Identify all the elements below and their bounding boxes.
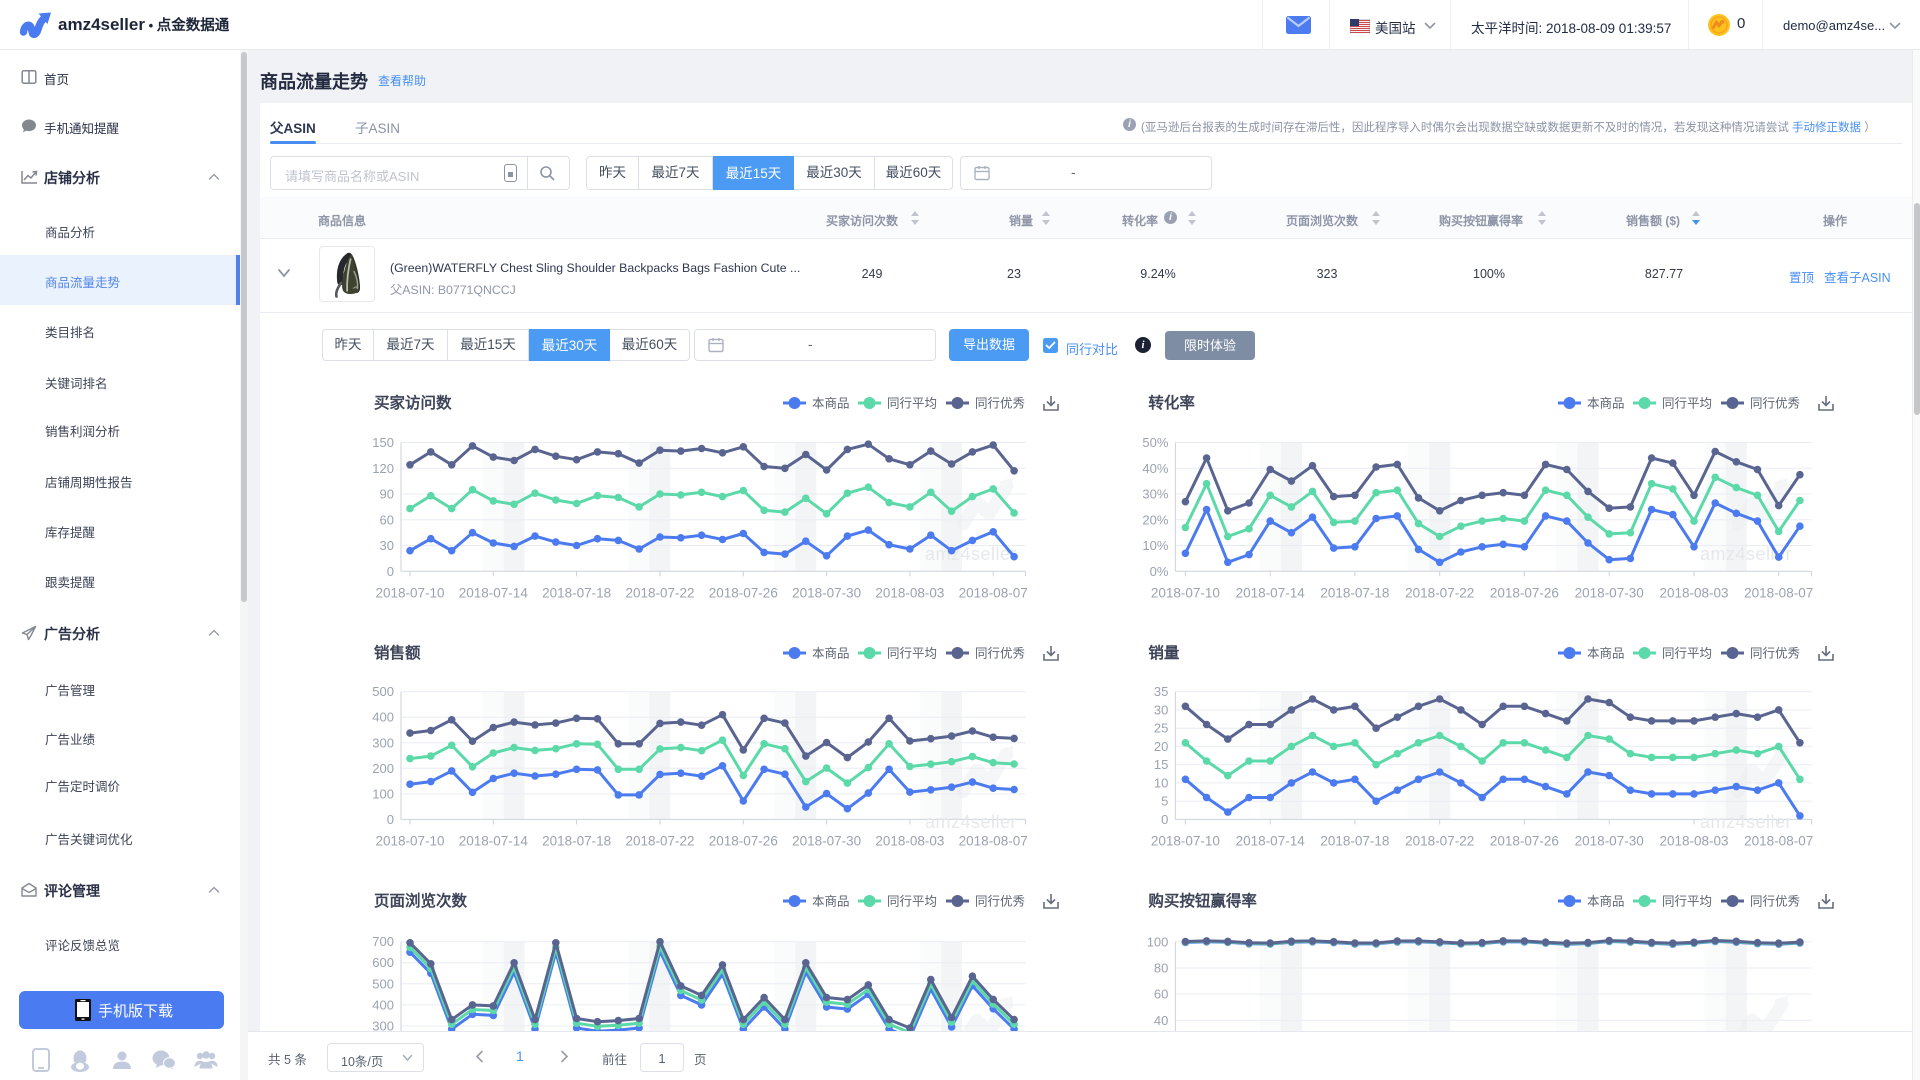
svg-text:amz4seller: amz4seller	[925, 544, 1017, 564]
svg-text:买家访问数: 买家访问数	[374, 393, 452, 412]
svg-text:400: 400	[372, 997, 394, 1012]
svg-text:2018-07-14: 2018-07-14	[459, 834, 529, 849]
svg-text:0: 0	[387, 564, 394, 579]
svg-text:销量: 销量	[1148, 643, 1180, 662]
svg-text:销售额: 销售额	[374, 643, 421, 662]
svg-text:2018-07-22: 2018-07-22	[1405, 834, 1474, 849]
svg-text:20: 20	[1154, 739, 1168, 754]
svg-text:300: 300	[372, 735, 394, 750]
svg-text:本商品: 本商品	[812, 894, 850, 909]
svg-text:0: 0	[1161, 812, 1168, 827]
svg-text:0%: 0%	[1150, 564, 1169, 579]
svg-text:60: 60	[380, 512, 394, 527]
svg-text:2018-08-03: 2018-08-03	[875, 834, 944, 849]
svg-text:60: 60	[1154, 987, 1168, 1002]
svg-text:同行优秀: 同行优秀	[1750, 647, 1801, 661]
svg-text:5: 5	[1161, 794, 1168, 809]
svg-text:2018-07-30: 2018-07-30	[1575, 586, 1644, 601]
svg-text:2018-07-18: 2018-07-18	[542, 834, 611, 849]
svg-text:同行优秀: 同行优秀	[1750, 397, 1801, 411]
svg-text:90: 90	[380, 487, 394, 502]
svg-text:40%: 40%	[1142, 461, 1168, 476]
svg-text:本商品: 本商品	[812, 396, 850, 411]
svg-text:2018-07-10: 2018-07-10	[1151, 586, 1220, 601]
svg-text:700: 700	[372, 934, 394, 949]
svg-text:2018-07-26: 2018-07-26	[709, 586, 778, 601]
svg-text:100: 100	[1147, 934, 1169, 949]
svg-text:50%: 50%	[1142, 435, 1168, 450]
svg-text:500: 500	[372, 684, 394, 699]
svg-text:2018-07-22: 2018-07-22	[625, 586, 694, 601]
svg-text:页面浏览次数: 页面浏览次数	[374, 891, 468, 910]
svg-text:同行优秀: 同行优秀	[975, 397, 1026, 411]
svg-text:30: 30	[380, 538, 394, 553]
svg-text:同行优秀: 同行优秀	[975, 647, 1026, 661]
svg-text:20%: 20%	[1142, 512, 1168, 527]
svg-text:2018-07-18: 2018-07-18	[542, 586, 611, 601]
svg-text:10%: 10%	[1142, 538, 1168, 553]
svg-text:2018-08-07: 2018-08-07	[1744, 586, 1813, 601]
svg-text:amz4seller: amz4seller	[925, 812, 1017, 832]
svg-text:200: 200	[372, 761, 394, 776]
svg-text:2018-07-30: 2018-07-30	[792, 586, 861, 601]
svg-text:转化率: 转化率	[1148, 393, 1195, 412]
svg-text:本商品: 本商品	[1587, 396, 1625, 411]
svg-text:2018-07-30: 2018-07-30	[1575, 834, 1644, 849]
svg-text:2018-07-18: 2018-07-18	[1320, 834, 1389, 849]
svg-text:同行平均: 同行平均	[1662, 895, 1712, 909]
svg-text:15: 15	[1154, 757, 1168, 772]
svg-text:2018-08-03: 2018-08-03	[1659, 834, 1728, 849]
svg-text:150: 150	[372, 435, 394, 450]
svg-text:同行平均: 同行平均	[1662, 647, 1712, 661]
svg-text:100: 100	[372, 786, 394, 801]
svg-text:购买按钮赢得率: 购买按钮赢得率	[1148, 891, 1257, 910]
svg-text:500: 500	[372, 976, 394, 991]
svg-text:40: 40	[1154, 1013, 1168, 1028]
svg-text:2018-08-07: 2018-08-07	[1744, 834, 1813, 849]
svg-text:同行优秀: 同行优秀	[975, 895, 1026, 909]
svg-text:同行优秀: 同行优秀	[1750, 895, 1801, 909]
svg-text:0: 0	[387, 812, 394, 827]
svg-text:25: 25	[1154, 721, 1168, 736]
svg-text:2018-07-26: 2018-07-26	[1490, 586, 1559, 601]
svg-text:2018-07-14: 2018-07-14	[1236, 586, 1306, 601]
svg-text:同行平均: 同行平均	[887, 397, 937, 411]
svg-text:400: 400	[372, 710, 394, 725]
svg-text:2018-08-07: 2018-08-07	[959, 834, 1028, 849]
svg-text:本商品: 本商品	[812, 646, 850, 661]
svg-text:本商品: 本商品	[1587, 894, 1625, 909]
svg-text:2018-07-14: 2018-07-14	[459, 586, 529, 601]
svg-text:2018-07-30: 2018-07-30	[792, 834, 861, 849]
svg-text:600: 600	[372, 955, 394, 970]
svg-text:同行平均: 同行平均	[887, 895, 937, 909]
svg-text:30%: 30%	[1142, 487, 1168, 502]
svg-text:同行平均: 同行平均	[887, 647, 937, 661]
svg-text:2018-08-07: 2018-08-07	[959, 586, 1028, 601]
svg-text:2018-07-10: 2018-07-10	[1151, 834, 1220, 849]
svg-text:本商品: 本商品	[1587, 646, 1625, 661]
svg-text:2018-08-03: 2018-08-03	[1659, 586, 1728, 601]
svg-text:80: 80	[1154, 961, 1168, 976]
svg-text:35: 35	[1154, 684, 1168, 699]
svg-text:30: 30	[1154, 702, 1168, 717]
svg-text:amz4seller: amz4seller	[1700, 812, 1792, 832]
svg-text:2018-07-18: 2018-07-18	[1320, 586, 1389, 601]
svg-text:2018-07-22: 2018-07-22	[1405, 586, 1474, 601]
svg-text:2018-07-22: 2018-07-22	[625, 834, 694, 849]
svg-text:2018-07-26: 2018-07-26	[1490, 834, 1559, 849]
svg-text:同行平均: 同行平均	[1662, 397, 1712, 411]
svg-text:2018-07-26: 2018-07-26	[709, 834, 778, 849]
svg-text:2018-07-14: 2018-07-14	[1236, 834, 1306, 849]
svg-text:120: 120	[372, 461, 394, 476]
svg-text:2018-08-03: 2018-08-03	[875, 586, 944, 601]
svg-text:2018-07-10: 2018-07-10	[375, 586, 444, 601]
svg-text:10: 10	[1154, 775, 1168, 790]
svg-text:2018-07-10: 2018-07-10	[375, 834, 444, 849]
